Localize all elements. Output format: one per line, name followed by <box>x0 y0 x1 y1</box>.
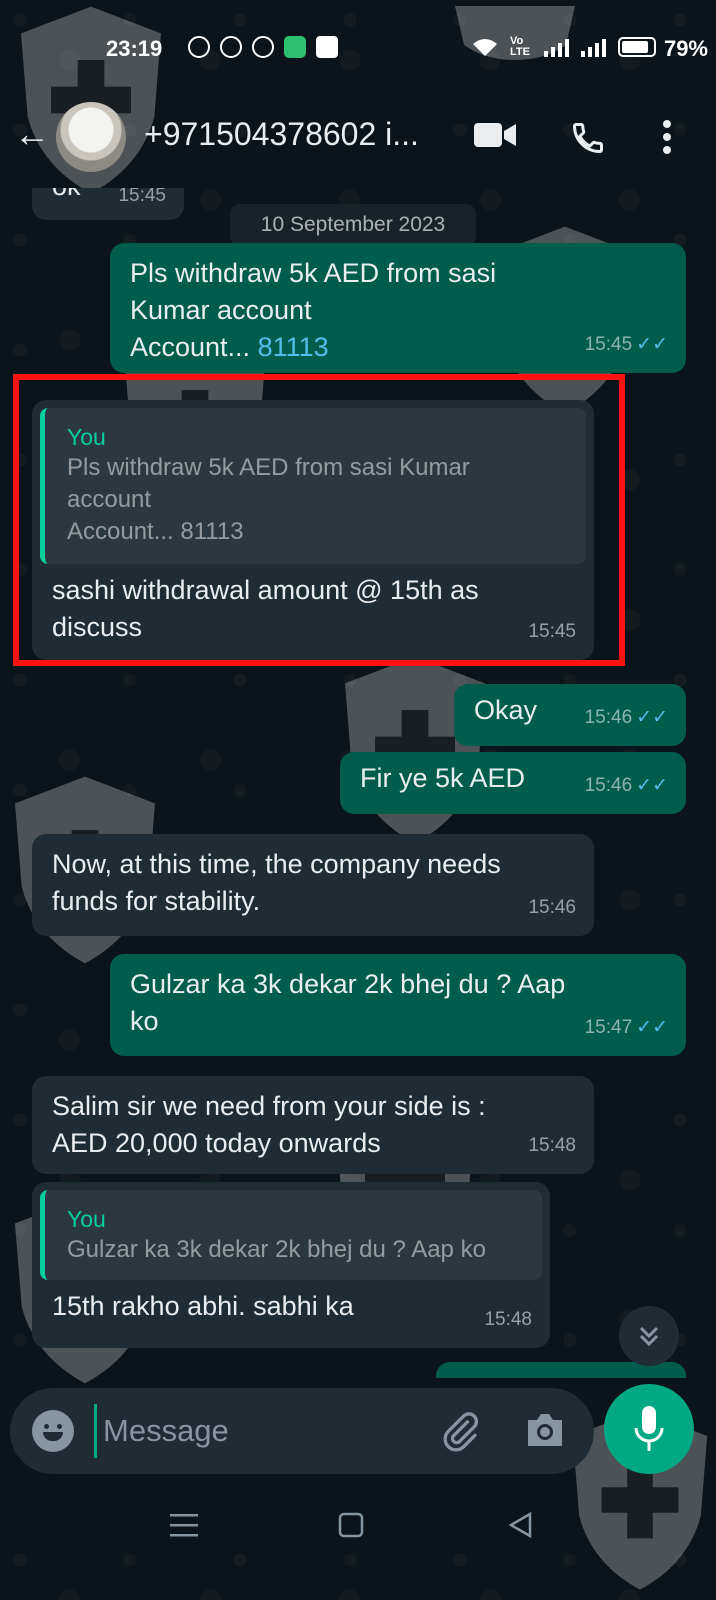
mic-icon <box>634 1406 664 1451</box>
signal-icon <box>581 37 606 57</box>
signal-icon <box>544 37 569 57</box>
whatsapp-notification-icon <box>188 36 210 58</box>
incoming-message[interactable]: Salim sir we need from your side is : AE… <box>32 1076 594 1174</box>
message-text: Pls withdraw 5k AED from sasi <box>130 258 497 288</box>
status-time: 23:19 <box>106 36 163 61</box>
mic-button[interactable] <box>604 1384 694 1474</box>
message-time: 15:47 <box>584 1017 633 1038</box>
message-text: Gulzar ka 3k dekar 2k bhej du ? Aap <box>130 969 566 999</box>
message-time: 15:46 <box>528 897 576 918</box>
message-text: funds for stability. <box>52 886 261 916</box>
quote-text: Gulzar ka 3k dekar 2k bhej du ? Aap ko <box>67 1236 486 1263</box>
message-text: 15th rakho abhi. sabhi ka <box>52 1291 354 1321</box>
message-list[interactable]: ok 15:45 10 September 2023 Pls withdraw … <box>0 188 716 1378</box>
message-time: 15:46 <box>584 707 633 728</box>
message-time: 15:48 <box>528 1135 576 1156</box>
message-text: Account... <box>130 332 251 362</box>
message-input[interactable] <box>94 1404 423 1458</box>
status-bar: 23:19 Vo LTE 79% <box>0 0 716 96</box>
outgoing-message[interactable]: Okay 15:46 ✓✓ <box>454 684 686 746</box>
quoted-message[interactable]: You Gulzar ka 3k dekar 2k bhej du ? Aap … <box>40 1190 542 1280</box>
battery-icon <box>618 37 656 57</box>
double-check-icon: ✓✓ <box>636 707 668 728</box>
double-check-icon: ✓✓ <box>636 334 668 355</box>
video-call-icon[interactable] <box>474 120 516 150</box>
emoji-icon[interactable] <box>32 1410 74 1452</box>
outgoing-message[interactable]: Pls withdraw 5k AED from sasi Kumar acco… <box>110 243 686 373</box>
incoming-reply-message[interactable]: You Gulzar ka 3k dekar 2k bhej du ? Aap … <box>32 1182 550 1348</box>
battery-percent: 79% <box>663 36 708 61</box>
message-time: 15:45 <box>584 334 633 355</box>
message-text: Kumar account <box>130 295 312 325</box>
incoming-message[interactable]: Now, at this time, the company needs fun… <box>32 834 594 936</box>
app-notification-icon <box>316 36 338 58</box>
double-check-icon: ✓✓ <box>636 1017 668 1038</box>
outgoing-message[interactable]: Gulzar ka 3k dekar 2k bhej du ? Aap ko 1… <box>110 954 686 1056</box>
compose-bar <box>10 1388 594 1474</box>
recents-menu-icon[interactable] <box>170 1512 198 1538</box>
message-time: 15:48 <box>484 1309 532 1330</box>
scroll-down-icon[interactable] <box>619 1306 679 1366</box>
app-notification-icon <box>252 36 274 58</box>
message-text: Salim sir we need from your side is : <box>52 1091 486 1121</box>
message-time: 15:45 <box>118 188 166 206</box>
back-arrow-icon[interactable]: ← <box>14 116 50 152</box>
camera-icon[interactable] <box>524 1410 566 1450</box>
attach-icon[interactable] <box>440 1410 480 1452</box>
more-options-icon[interactable] <box>662 120 672 154</box>
message-text: AED 20,000 today onwards <box>52 1128 381 1158</box>
outgoing-message[interactable]: Fir ye 5k AED 15:46 ✓✓ <box>340 752 686 814</box>
highlight-box <box>13 374 625 666</box>
contact-name[interactable]: +971504378602 i... <box>144 116 449 153</box>
message-time: 15:46 <box>584 775 633 796</box>
back-nav-icon[interactable] <box>508 1512 532 1538</box>
avatar[interactable] <box>56 102 126 172</box>
network-label: Vo LTE <box>510 35 530 58</box>
incoming-message[interactable]: ok 15:45 <box>32 188 184 220</box>
double-check-icon: ✓✓ <box>636 775 668 796</box>
quote-author: You <box>67 1206 106 1232</box>
notification-icons <box>188 36 338 58</box>
app-notification-icon <box>284 36 306 58</box>
chat-header: ← +971504378602 i... <box>0 96 716 188</box>
message-text: Now, at this time, the company needs <box>52 849 501 879</box>
date-chip: 10 September 2023 <box>230 204 476 246</box>
wifi-icon <box>473 39 497 56</box>
app-notification-icon <box>220 36 242 58</box>
home-icon[interactable] <box>338 1512 364 1538</box>
phone-icon[interactable] <box>570 120 606 156</box>
message-link[interactable]: 81113 <box>258 332 329 362</box>
system-indicators: Vo LTE <box>472 36 656 58</box>
system-navigation-bar <box>0 1490 716 1600</box>
